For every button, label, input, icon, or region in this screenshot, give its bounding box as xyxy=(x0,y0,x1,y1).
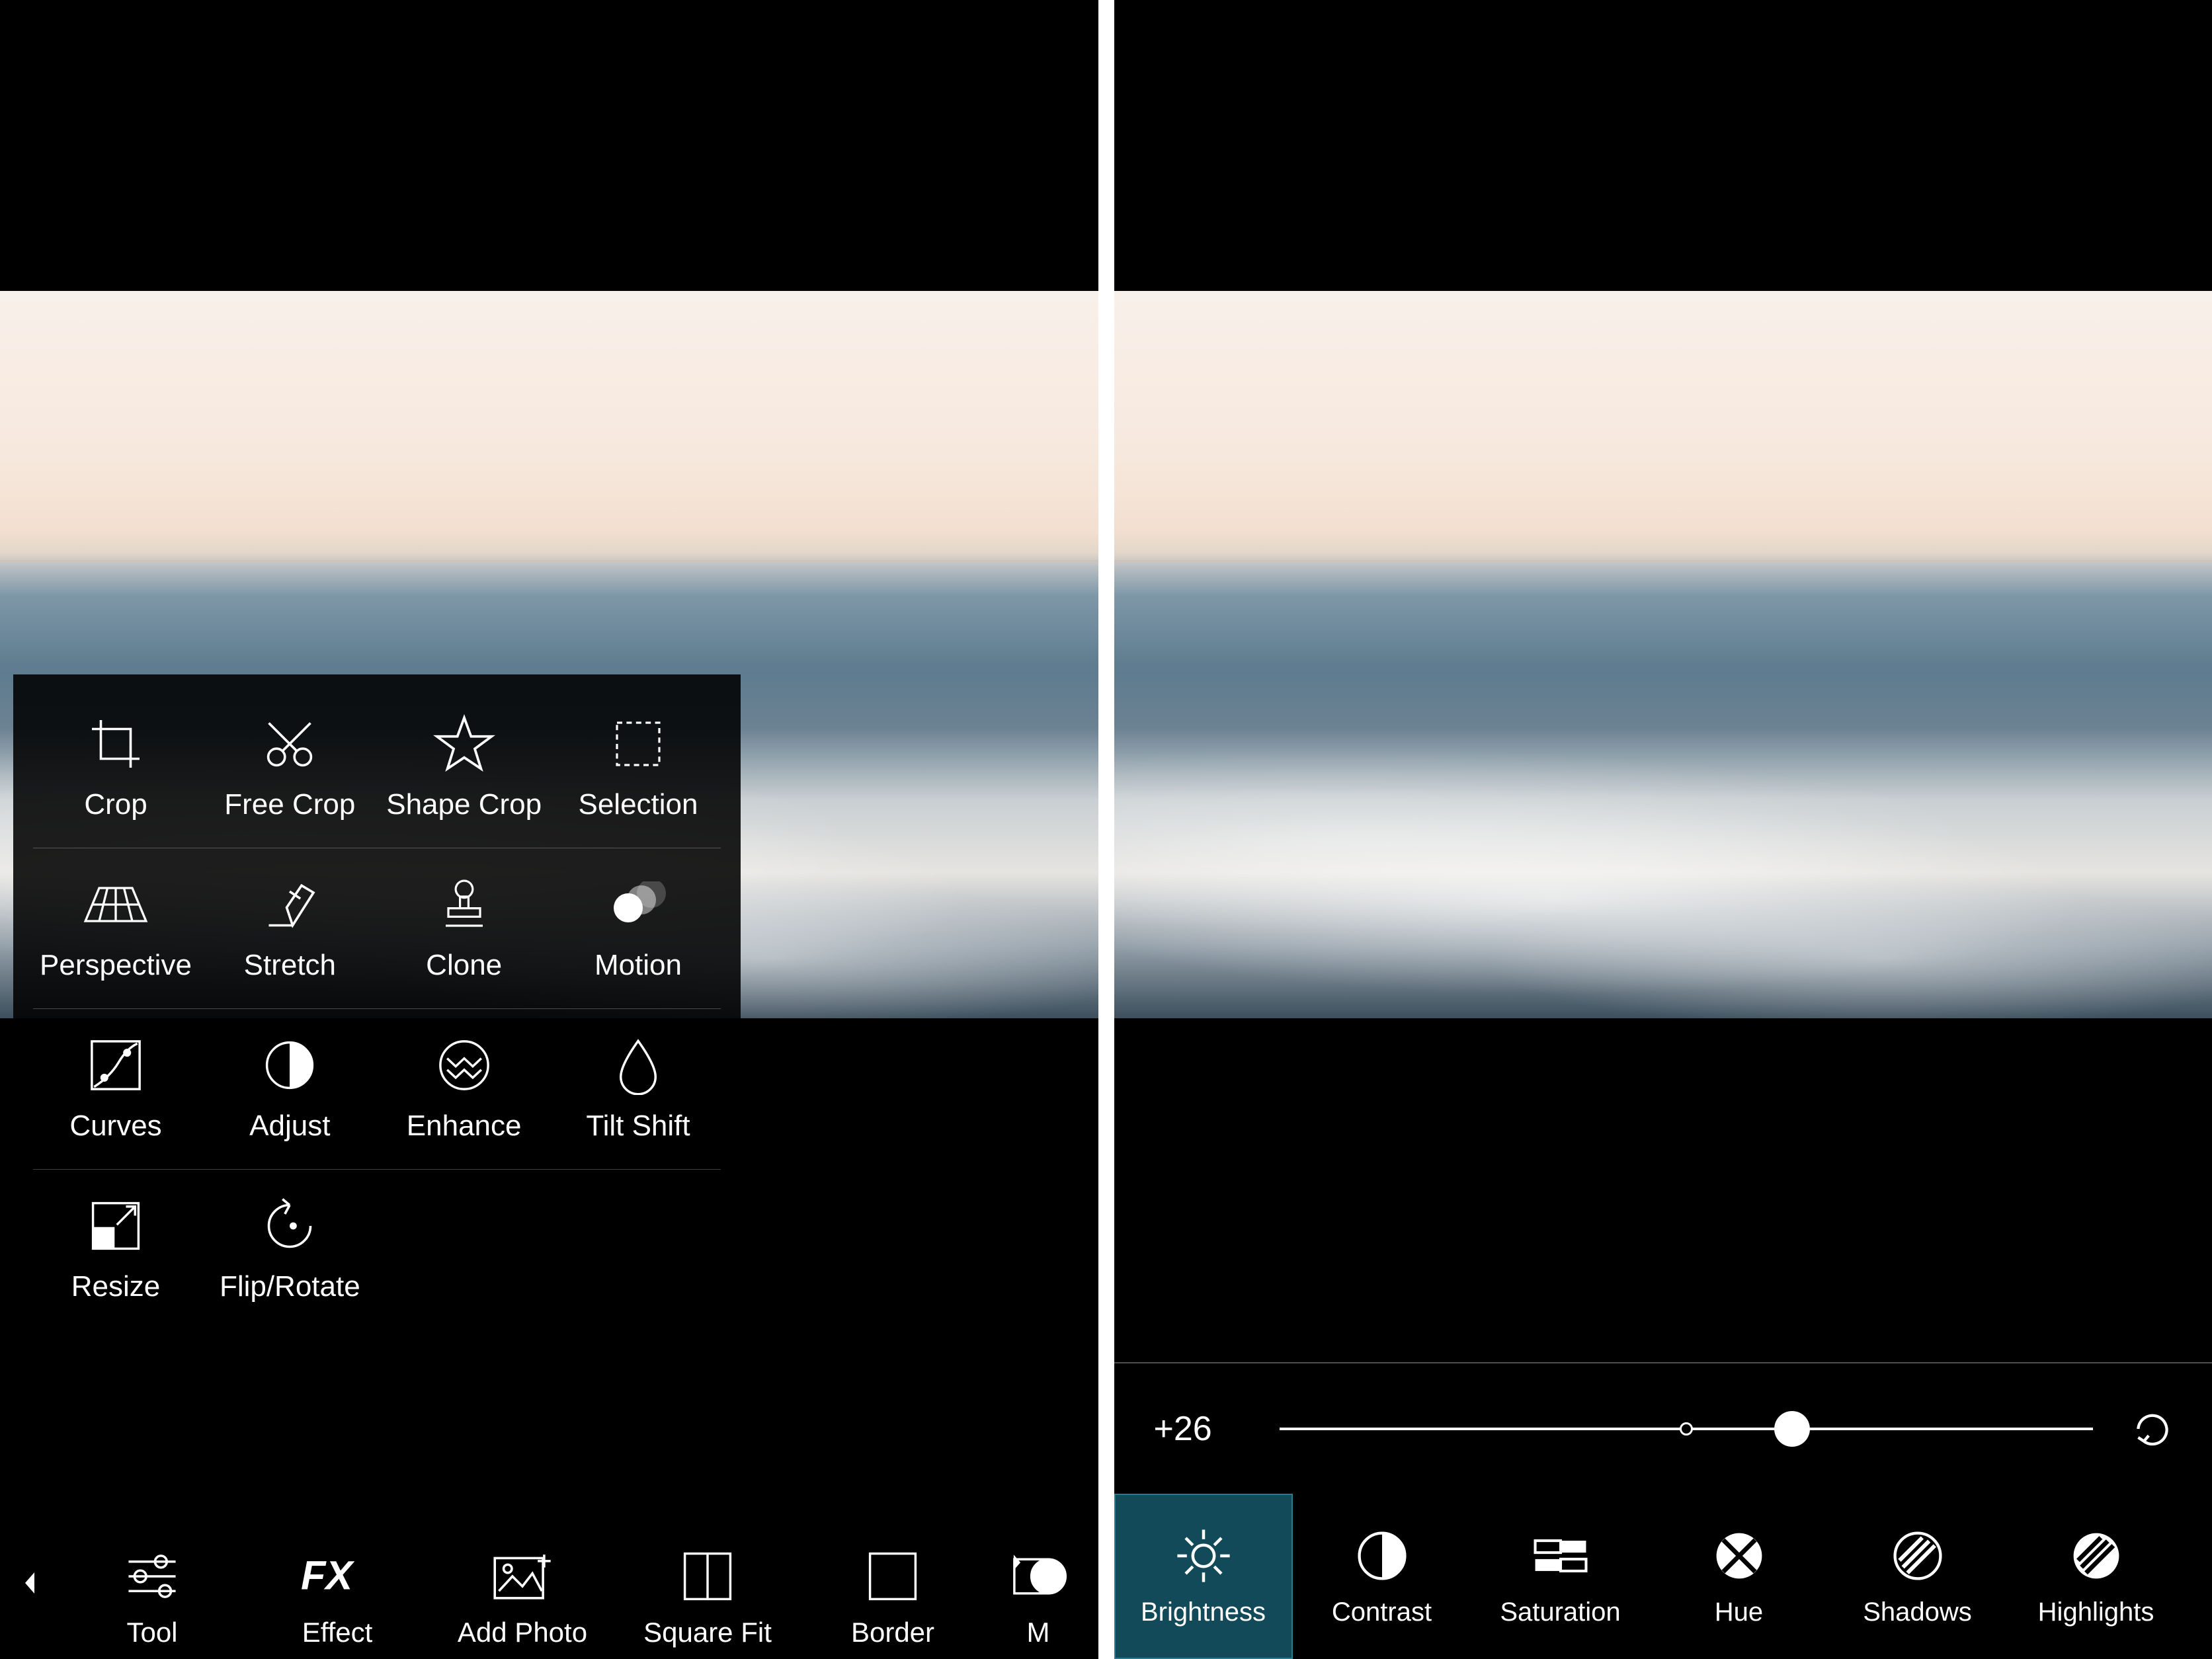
stretch-hand-icon xyxy=(260,875,319,934)
stamp-icon xyxy=(438,875,491,934)
tab-label: Contrast xyxy=(1332,1598,1432,1627)
tool-label: Enhance xyxy=(407,1110,522,1143)
nav-add-photo[interactable]: Add Photo xyxy=(430,1507,615,1648)
nav-prev-arrow[interactable] xyxy=(0,1570,60,1596)
tool-grid-popup: Crop Free Crop Shape Crop xyxy=(13,674,741,1336)
tool-label: Adjust xyxy=(249,1110,330,1143)
tab-label: Shadows xyxy=(1863,1598,1972,1627)
tab-hue[interactable]: Hue xyxy=(1650,1494,1828,1659)
tab-label: Saturation xyxy=(1500,1598,1620,1627)
sliders-icon xyxy=(122,1547,182,1606)
tool-label: Stretch xyxy=(244,949,336,982)
tool-motion[interactable]: Motion xyxy=(555,875,721,982)
nav-square-fit[interactable]: Square Fit xyxy=(615,1507,800,1648)
photo-preview xyxy=(1114,291,2212,1018)
tab-shadows[interactable]: Shadows xyxy=(1828,1494,2007,1659)
shadows-hatch-icon xyxy=(1889,1526,1946,1586)
hue-cross-circle-icon xyxy=(1711,1526,1768,1586)
left-phone-screen: Crop Free Crop Shape Crop xyxy=(0,0,1098,1659)
tool-label: Crop xyxy=(84,788,147,821)
tab-highlights[interactable]: Highlights xyxy=(2007,1494,2186,1659)
nav-tool[interactable]: Tool xyxy=(60,1507,245,1648)
tool-tilt-shift[interactable]: Tilt Shift xyxy=(555,1035,721,1143)
add-photo-icon xyxy=(489,1547,555,1606)
slider-center-mark xyxy=(1680,1422,1693,1436)
tool-enhance[interactable]: Enhance xyxy=(382,1035,547,1143)
nav-mask-partial[interactable]: M xyxy=(985,1507,1091,1648)
nav-label: Square Fit xyxy=(643,1617,772,1648)
slider-bar: +26 xyxy=(1114,1362,2212,1494)
nav-label: Border xyxy=(851,1617,934,1648)
tool-label: Resize xyxy=(71,1270,161,1303)
tool-label: Shape Crop xyxy=(386,788,542,821)
tool-clone[interactable]: Clone xyxy=(382,875,547,982)
tab-label: Highlights xyxy=(2038,1598,2154,1627)
brightness-icon xyxy=(1174,1526,1233,1586)
tool-resize[interactable]: Resize xyxy=(33,1196,198,1303)
right-phone-screen: +26 Brightness Contrast xyxy=(1114,0,2212,1659)
tool-label: Free Crop xyxy=(224,788,355,821)
crop-icon xyxy=(86,714,145,774)
nav-label: Add Photo xyxy=(458,1617,587,1648)
rotate-icon xyxy=(260,1196,319,1256)
tab-brightness[interactable]: Brightness xyxy=(1114,1494,1293,1659)
tool-label: Perspective xyxy=(40,949,192,982)
tool-stretch[interactable]: Stretch xyxy=(207,875,372,982)
tool-label: Curves xyxy=(69,1110,161,1143)
nav-label: Tool xyxy=(126,1617,177,1648)
tool-selection[interactable]: Selection xyxy=(555,714,721,821)
tab-label: Hue xyxy=(1715,1598,1763,1627)
tool-crop[interactable]: Crop xyxy=(33,714,198,821)
half-circle-icon xyxy=(1354,1526,1411,1586)
border-icon xyxy=(864,1547,921,1606)
tab-label: Brightness xyxy=(1141,1598,1266,1627)
motion-blur-icon xyxy=(605,875,671,934)
nav-effect[interactable]: FX Effect xyxy=(245,1507,430,1648)
tool-adjust[interactable]: Adjust xyxy=(207,1035,372,1143)
tool-perspective[interactable]: Perspective xyxy=(33,875,198,982)
tool-label: Selection xyxy=(578,788,698,821)
fx-icon: FX xyxy=(301,1547,374,1606)
nav-next-arrow[interactable] xyxy=(1008,1552,1026,1573)
tool-shape-crop[interactable]: Shape Crop xyxy=(382,714,547,821)
half-circle-icon xyxy=(261,1035,318,1095)
bottom-nav: Tool FX Effect Add Photo xyxy=(0,1507,1098,1659)
nav-border[interactable]: Border xyxy=(800,1507,985,1648)
tab-contrast[interactable]: Contrast xyxy=(1293,1494,1471,1659)
svg-text:FX: FX xyxy=(301,1553,354,1598)
brightness-slider[interactable] xyxy=(1280,1428,2094,1430)
nav-label: M xyxy=(1027,1617,1050,1648)
nav-label: Effect xyxy=(302,1617,373,1648)
tool-label: Clone xyxy=(426,949,502,982)
resize-arrows-icon xyxy=(87,1196,144,1256)
tool-label: Flip/Rotate xyxy=(220,1270,360,1303)
perspective-grid-icon xyxy=(83,875,149,934)
square-fit-icon xyxy=(679,1547,736,1606)
reset-button[interactable] xyxy=(2126,1402,2179,1455)
curves-icon xyxy=(87,1035,144,1095)
selection-dashed-icon xyxy=(612,714,665,774)
adjust-tabs: Brightness Contrast Saturation Hue xyxy=(1114,1494,2212,1659)
slider-value: +26 xyxy=(1154,1409,1247,1449)
scissors-icon xyxy=(260,714,319,774)
saturation-bars-icon xyxy=(1531,1526,1590,1586)
tool-label: Tilt Shift xyxy=(586,1110,690,1143)
tool-curves[interactable]: Curves xyxy=(33,1035,198,1143)
highlights-hatch-icon xyxy=(2068,1526,2125,1586)
tab-saturation[interactable]: Saturation xyxy=(1471,1494,1650,1659)
tool-free-crop[interactable]: Free Crop xyxy=(207,714,372,821)
tool-label: Motion xyxy=(594,949,682,982)
tool-flip-rotate[interactable]: Flip/Rotate xyxy=(207,1196,372,1303)
waves-icon xyxy=(436,1035,493,1095)
star-icon xyxy=(433,714,495,774)
slider-knob[interactable] xyxy=(1774,1411,1810,1447)
drop-icon xyxy=(615,1035,661,1095)
